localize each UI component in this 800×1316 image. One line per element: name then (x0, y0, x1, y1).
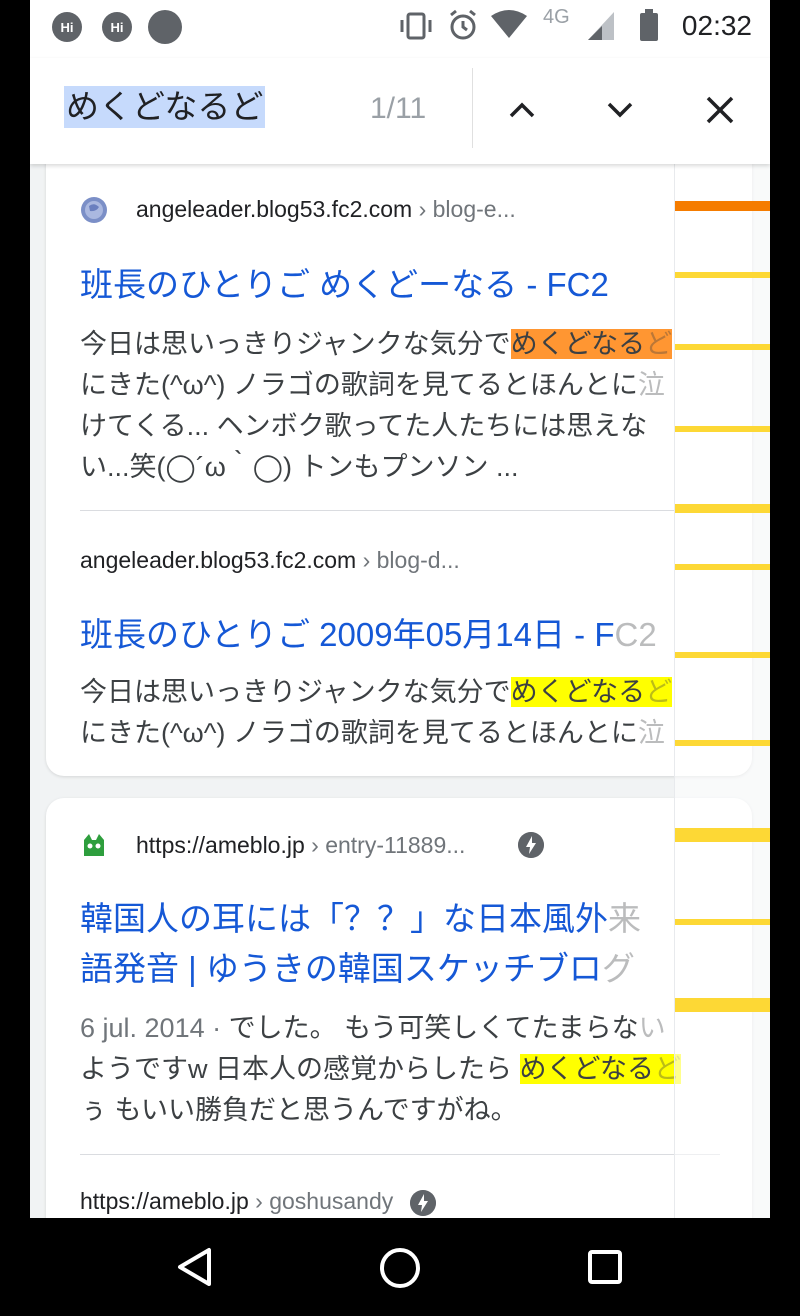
status-bar: Hi Hi 4G 02:32 (30, 0, 770, 58)
system-navigation-bar (0, 1218, 800, 1316)
scroll-match-marker[interactable] (675, 652, 770, 658)
result-date: 6 jul. 2014 · (80, 1013, 229, 1043)
chevron-up-icon (509, 102, 535, 118)
ameba-favicon-icon (84, 834, 104, 856)
chevron-down-icon (607, 102, 633, 118)
scroll-match-marker[interactable] (675, 740, 770, 746)
notification-dot-icon (148, 10, 182, 44)
alarm-icon (450, 9, 476, 40)
browser-screen: Hi Hi 4G 02:32 めくどなるど 1/11 angeleader.bl… (30, 0, 770, 1218)
network-type-label: 4G (543, 6, 570, 28)
result-snippet: 今日は思いっきりジャンクな気分でめくどなるど にきた(^ω^) ノラゴの歌詞を見… (80, 677, 673, 748)
close-icon (706, 96, 734, 124)
result-separator (80, 510, 720, 511)
find-next-button[interactable] (592, 82, 648, 138)
scroll-match-marker[interactable] (675, 919, 770, 925)
result-snippet: 6 jul. 2014 · でした。 もう可笑しくてたまらない ようですw 日本… (80, 1013, 681, 1125)
vibrate-icon (400, 12, 432, 40)
find-in-page-bar: めくどなるど 1/11 (30, 58, 770, 164)
result-card: https://ameblo.jp › entry-11889... 韓国人の耳… (46, 798, 752, 1218)
battery-icon (640, 9, 658, 41)
find-results-scrollbar[interactable] (674, 164, 770, 1218)
scroll-match-marker[interactable] (675, 998, 770, 1012)
clock: 02:32 (681, 10, 752, 41)
result-separator (80, 1154, 720, 1155)
result-title-link[interactable]: 班長のひとりご めくどーなる - FC2 (80, 258, 609, 306)
result-title-link[interactable]: 韓国人の耳には「？？」な日本風外来 語発音 | ゆうきの韓国スケッチブログ (80, 894, 641, 994)
signal-icon (588, 12, 614, 40)
result-card: angeleader.blog53.fc2.com › blog-e... 班長… (46, 164, 752, 776)
search-results: angeleader.blog53.fc2.com › blog-e... 班長… (30, 164, 770, 1218)
scroll-match-marker[interactable] (675, 426, 770, 432)
find-match-current: めくどなる (510, 329, 646, 359)
find-query-input[interactable]: めくどなるど (64, 86, 266, 128)
result-title-link[interactable]: 班長のひとりご 2009年05月14日 - FC2 (80, 608, 657, 656)
find-previous-button[interactable] (494, 82, 550, 138)
amp-lightning-icon (518, 832, 544, 858)
result-url[interactable]: angeleader.blog53.fc2.com › blog-d... (80, 547, 460, 574)
result-url[interactable]: angeleader.blog53.fc2.com › blog-e... (136, 196, 516, 223)
result-url[interactable]: https://ameblo.jp › goshusandy (80, 1188, 393, 1215)
result-snippet: 今日は思いっきりジャンクな気分でめくどなるど にきた(^ω^) ノラゴの歌詞を見… (80, 329, 673, 482)
scroll-match-marker[interactable] (675, 564, 770, 570)
find-match: めくどなる (510, 677, 646, 707)
result-url[interactable]: https://ameblo.jp › entry-11889... (136, 832, 465, 859)
find-close-button[interactable] (692, 82, 748, 138)
scroll-match-marker[interactable] (675, 828, 770, 842)
home-circle-icon[interactable] (378, 1246, 422, 1290)
find-match: めくどなる (519, 1054, 654, 1084)
scroll-match-marker[interactable] (675, 504, 770, 513)
find-divider (472, 68, 473, 148)
back-triangle-icon[interactable] (176, 1246, 214, 1288)
globe-favicon-icon (81, 197, 107, 223)
scroll-match-marker-current[interactable] (675, 201, 770, 211)
find-match-count: 1/11 (370, 92, 427, 125)
scroll-match-marker[interactable] (675, 344, 770, 350)
scroll-match-marker[interactable] (675, 272, 770, 278)
hi-notification-icon: Hi (52, 12, 82, 42)
wifi-icon (491, 10, 527, 38)
hi-notification-icon-2: Hi (102, 12, 132, 42)
recents-square-icon[interactable] (586, 1248, 624, 1286)
amp-lightning-icon (410, 1190, 436, 1216)
